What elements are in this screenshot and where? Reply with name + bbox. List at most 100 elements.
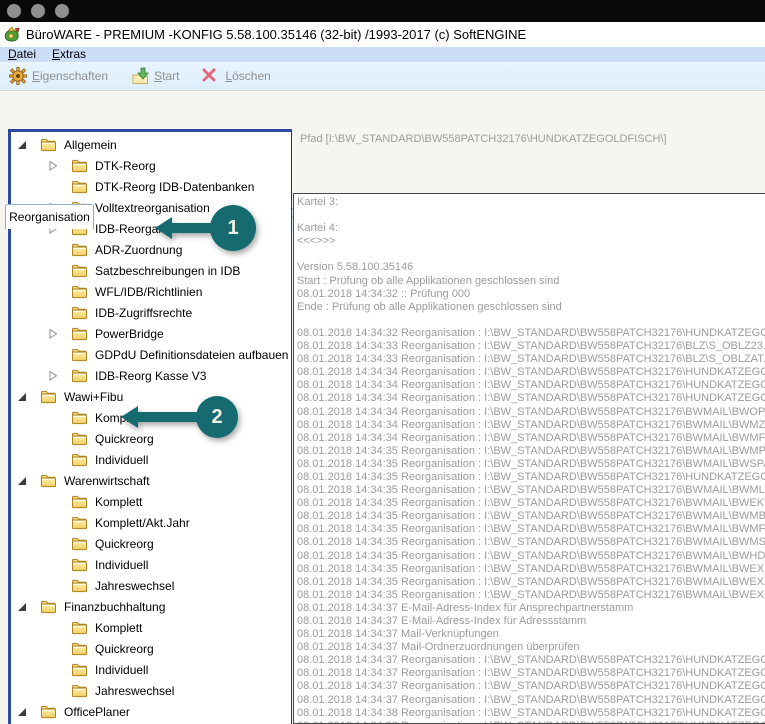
tree-item-label[interactable]: Quickreorg [95,537,154,551]
tree-item-wawi-fibu[interactable]: Wawi+Fibu [11,386,291,407]
tree-item-label[interactable]: Individuell [95,453,148,467]
tree-item-quickreorg[interactable]: Quickreorg [11,428,291,449]
tree-item-komplett[interactable]: Komplett [11,491,291,512]
tree-item-label[interactable]: Wawi+Fibu [64,390,123,404]
tree-item-label[interactable]: DTK-Reorg IDB-Datenbanken [95,180,254,194]
tree-item-dtk-reorg-idb-datenbanken[interactable]: DTK-Reorg IDB-Datenbanken [11,176,291,197]
protocol-log[interactable]: Kartei 3: Kartei 4:<<<>>> Version 5.58.1… [293,193,765,724]
log-line: 08.01.2018 14:34:34 Reorganisation : I:\… [297,379,765,392]
collapse-arrow-icon[interactable] [46,371,71,381]
log-line: 08.01.2018 14:34:35 Reorganisation : I:\… [297,445,765,458]
tree-item-idb-zugriffsrechte[interactable]: IDB-Zugriffsrechte [11,302,291,323]
folder-icon [40,705,57,719]
tree-item-jahreswechsel[interactable]: Jahreswechsel [11,575,291,596]
tree-item-label[interactable]: Komplett/Akt.Jahr [95,516,190,530]
arrow-spacer [46,581,71,591]
tree-item-label[interactable]: ADR-Zuordnung [95,243,182,257]
tree-item-quickreorg[interactable]: Quickreorg [11,638,291,659]
menu-datei[interactable]: Datei [0,47,44,62]
log-line: 08.01.2018 14:34:38 Reorganisation : I:\… [297,707,765,720]
folder-icon [71,684,88,698]
tree-item-gdpdu-definitionsdateien-aufbauen[interactable]: GDPdU Definitionsdateien aufbauen [11,344,291,365]
tree-item-label[interactable]: Jahreswechsel [95,579,174,593]
tree-item-label[interactable]: IDB-Reorg Kasse V3 [95,369,206,383]
expand-arrow-icon[interactable] [15,707,40,717]
tree-item-officeplaner[interactable]: OfficePlaner [11,701,291,722]
window-control-dot[interactable] [7,4,21,18]
callout-number: 1 [210,205,256,251]
tree-item-label[interactable]: OfficePlaner [64,705,130,719]
start-button[interactable]: Start [130,67,179,85]
toolbar-button-label: Start [154,69,179,83]
eigenschaften-button[interactable]: Eigenschaften [8,67,108,85]
log-line: Kartei 3: [297,196,765,209]
log-line [297,314,765,327]
arrow-spacer [46,665,71,675]
tree-item-individuell[interactable]: Individuell [11,659,291,680]
tree-item-label[interactable]: Satzbeschreibungen in IDB [95,264,240,278]
tree-item-wfl-idb-richtlinien[interactable]: WFL/IDB/Richtlinien [11,281,291,302]
expand-arrow-icon[interactable] [15,602,40,612]
tree-item-label[interactable]: Finanzbuchhaltung [64,600,165,614]
tree-item-label[interactable]: Warenwirtschaft [64,474,150,488]
tree-item-label[interactable]: IDB-Zugriffsrechte [95,306,192,320]
tree-item-label[interactable]: WFL/IDB/Richtlinien [95,285,202,299]
tree-item-label[interactable]: DTK-Reorg [95,159,156,173]
window-control-dot[interactable] [31,4,45,18]
tree-item-komplett-akt-jahr[interactable]: Komplett/Akt.Jahr [11,512,291,533]
arrow-spacer [46,308,71,318]
tree-item-satzbeschreibungen-in-idb[interactable]: Satzbeschreibungen in IDB [11,260,291,281]
arrow-spacer [46,287,71,297]
tree-item-label[interactable]: Individuell [95,663,148,677]
expand-arrow-icon[interactable] [15,392,40,402]
delete-x-icon [201,67,221,85]
arrow-spacer [46,623,71,633]
tree-item-label[interactable]: Quickreorg [95,432,154,446]
arrow-spacer [46,518,71,528]
callout-arrow-icon [121,406,138,428]
tree-item-warenwirtschaft[interactable]: Warenwirtschaft [11,470,291,491]
collapse-arrow-icon[interactable] [46,329,71,339]
folder-icon [71,264,88,278]
tree-item-label[interactable]: Komplett [95,495,142,509]
menu-extras[interactable]: Extras [44,47,94,62]
tree-item-label[interactable]: Allgemein [64,138,117,152]
tree-item-label[interactable]: Jahreswechsel [95,684,174,698]
log-line: 08.01.2018 14:34:35 Reorganisation : I:\… [297,458,765,471]
tree-item-label[interactable]: Volltextreorganisation [95,201,210,215]
log-line: 08.01.2018 14:34:35 Reorganisation : I:\… [297,497,765,510]
tree-item-label[interactable]: PowerBridge [95,327,164,341]
log-line: 08.01.2018 14:34:35 Reorganisation : I:\… [297,523,765,536]
löschen-button[interactable]: Löschen [201,67,270,85]
tree-item-label[interactable]: Quickreorg [95,642,154,656]
tree-item-komplett[interactable]: Komplett [11,617,291,638]
tree-item-quickreorg[interactable]: Quickreorg [11,533,291,554]
log-line: 08.01.2018 14:34:35 Reorganisation : I:\… [297,550,765,563]
tree-item-powerbridge[interactable]: PowerBridge [11,323,291,344]
folder-icon [71,558,88,572]
tree-item-dtk-reorg[interactable]: DTK-Reorg [11,155,291,176]
folder-icon [71,243,88,257]
expand-arrow-icon[interactable] [15,476,40,486]
window-control-dot[interactable] [55,4,69,18]
tree-item-finanzbuchhaltung[interactable]: Finanzbuchhaltung [11,596,291,617]
folder-icon [71,348,88,362]
arrow-spacer [46,182,71,192]
tree-item-label[interactable]: GDPdU Definitionsdateien aufbauen [95,348,288,362]
folder-icon [71,516,88,530]
tree-item-individuell[interactable]: Individuell [11,554,291,575]
log-line: 08.01.2018 14:34:37 Reorganisation : I:\… [297,694,765,707]
toolbar: Eigenschaften Start Löschen [0,62,765,91]
expand-arrow-icon[interactable] [15,140,40,150]
tree-item-allgemein[interactable]: Allgemein [11,134,291,155]
tree-item-jahreswechsel[interactable]: Jahreswechsel [11,680,291,701]
log-line: 08.01.2018 14:34:37 E-Mail-Adress-Index … [297,615,765,628]
tree-item-label[interactable]: Individuell [95,558,148,572]
arrow-spacer [46,350,71,360]
tree-item-idb-reorg-kasse-v3[interactable]: IDB-Reorg Kasse V3 [11,365,291,386]
tree-item-individuell[interactable]: Individuell [11,449,291,470]
log-line: 08.01.2018 14:34:35 Reorganisation : I:\… [297,563,765,576]
tab-reorganisation[interactable]: Reorganisation [5,204,94,229]
tree-item-label[interactable]: Komplett [95,621,142,635]
collapse-arrow-icon[interactable] [46,161,71,171]
